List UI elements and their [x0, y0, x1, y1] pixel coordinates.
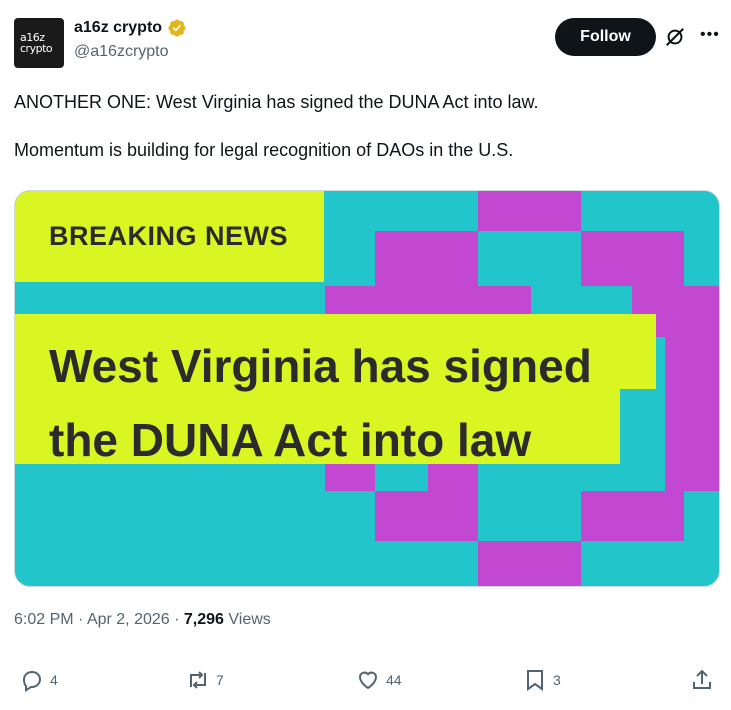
- tweet-header: a16z crypto a16z crypto @a16zcrypto Foll…: [14, 16, 719, 72]
- author-info: a16z crypto @a16zcrypto: [74, 18, 187, 61]
- reply-button[interactable]: 4: [20, 668, 58, 692]
- handle[interactable]: @a16zcrypto: [74, 43, 187, 61]
- action-bar: 4 7 44 3: [0, 668, 731, 704]
- bookmark-icon: [527, 670, 543, 691]
- headline-line-2: the DUNA Act into law: [49, 414, 532, 466]
- share-icon: [693, 669, 711, 689]
- media-image[interactable]: BREAKING NEWS West Virginia has signed t…: [14, 190, 720, 587]
- verified-badge-icon[interactable]: [167, 18, 187, 38]
- repost-count: 7: [216, 672, 224, 688]
- display-name[interactable]: a16z crypto: [74, 19, 162, 37]
- more-icon[interactable]: •••: [700, 27, 720, 44]
- avatar[interactable]: a16z crypto: [14, 18, 64, 68]
- tweet-text: ANOTHER ONE: West Virginia has signed th…: [14, 90, 714, 186]
- reply-icon: [22, 670, 42, 692]
- tweet-line-1: ANOTHER ONE: West Virginia has signed th…: [14, 92, 539, 112]
- tweet-date[interactable]: Apr 2, 2026: [87, 611, 170, 628]
- bookmark-count: 3: [553, 672, 561, 688]
- meta-separator: ·: [174, 611, 184, 628]
- share-button[interactable]: [690, 668, 714, 692]
- reply-count: 4: [50, 672, 58, 688]
- breaking-news-label: BREAKING NEWS: [49, 221, 289, 251]
- like-count: 44: [386, 672, 402, 688]
- follow-button[interactable]: Follow: [555, 18, 656, 56]
- tweet-line-2: Momentum is building for legal recogniti…: [14, 140, 514, 160]
- like-button[interactable]: 44: [356, 668, 402, 692]
- tweet-time[interactable]: 6:02 PM: [14, 611, 74, 628]
- heart-icon: [358, 671, 378, 690]
- tweet-meta: 6:02 PM · Apr 2, 2026 · 7,296 Views: [14, 611, 271, 629]
- bookmark-button[interactable]: 3: [523, 668, 561, 692]
- views-label: Views: [228, 611, 271, 628]
- repost-icon: [190, 671, 206, 689]
- grok-icon[interactable]: [664, 26, 686, 48]
- headline-line-1: West Virginia has signed: [49, 340, 592, 392]
- headline: West Virginia has signed the DUNA Act in…: [49, 329, 592, 477]
- views-count: 7,296: [183, 611, 224, 628]
- avatar-text-bottom: crypto: [20, 42, 53, 55]
- meta-separator: ·: [78, 611, 87, 628]
- repost-button[interactable]: 7: [186, 668, 224, 692]
